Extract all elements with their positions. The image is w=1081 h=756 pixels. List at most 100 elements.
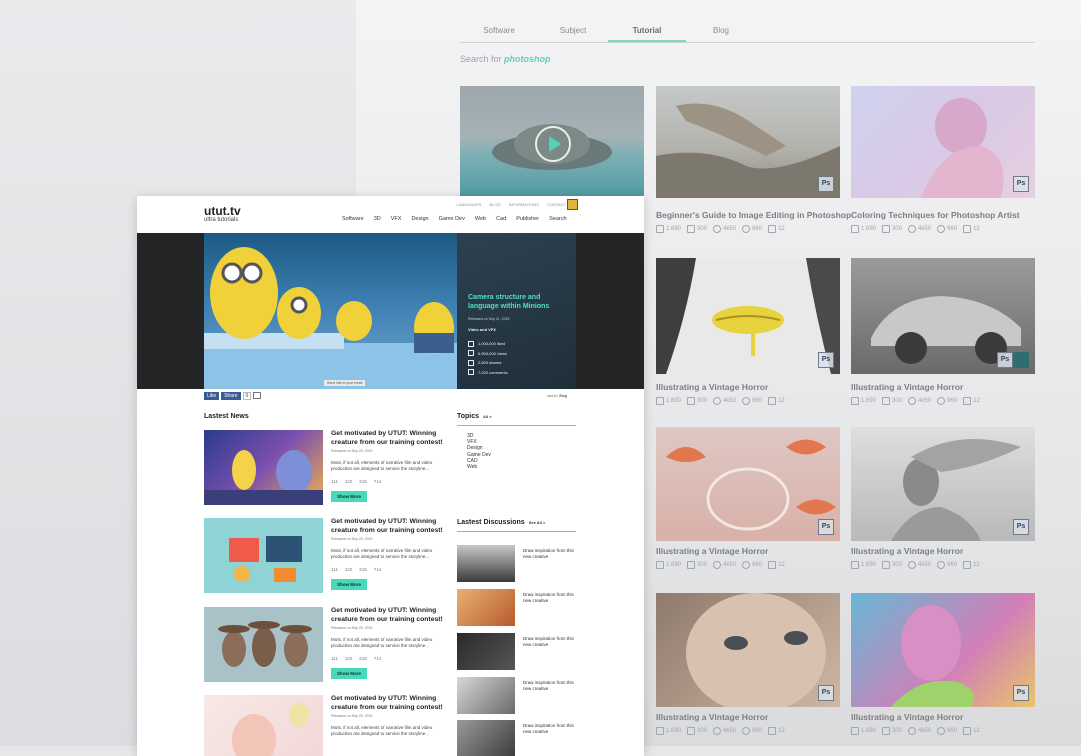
painted-figure-image	[921, 98, 1004, 198]
discussion-item[interactable]: Draw inspiration from this new creative	[457, 677, 577, 714]
discussion-item[interactable]: Draw inspiration from this new creative	[457, 720, 577, 756]
flat-icons-illustration	[229, 536, 302, 582]
tutorial-title[interactable]: Coloring Techniques for Photoshop Artist	[851, 210, 1035, 220]
tutorial-title[interactable]: Illustrating a Vintage Horror	[656, 382, 840, 392]
news-title[interactable]: Get motivated by UTUT: Winning creature …	[331, 430, 444, 447]
search-term[interactable]: photoshop	[504, 54, 551, 64]
news-item: Get motivated by UTUT: Winning creature …	[204, 430, 444, 510]
news-image[interactable]	[204, 695, 323, 756]
news-title[interactable]: Get motivated by UTUT: Winning creature …	[331, 518, 444, 535]
search-result-label: Search for photoshop	[460, 54, 551, 64]
tab-subject[interactable]: Subject	[534, 24, 612, 42]
tutorial-stats: 1.690 300 4k50 960 12	[851, 225, 1035, 233]
hero-image[interactable]: Send link to your email	[204, 233, 457, 389]
news-excerpt: Most, if not all, elements of narrative …	[331, 637, 433, 648]
photoshop-icon: Ps	[818, 519, 834, 535]
news-title[interactable]: Get motivated by UTUT: Winning creature …	[331, 607, 444, 624]
play-icon[interactable]	[535, 126, 571, 162]
credit-blog[interactable]: Blog	[559, 394, 567, 398]
site-logo[interactable]: utut.tv ultra tutorials	[204, 205, 241, 224]
discussion-text: Draw inspiration from this new creative	[523, 592, 574, 603]
news-image[interactable]	[204, 430, 323, 505]
nav-3d[interactable]: 3D	[374, 216, 381, 222]
avatar[interactable]	[567, 199, 578, 210]
views-count: 122	[344, 479, 353, 484]
util-link-contact[interactable]: CONTACT	[547, 202, 566, 207]
like-icon	[687, 397, 696, 405]
tutorial-card[interactable]: Ps Illustrating a Vintage Horror 1.690 3…	[656, 593, 840, 735]
discussion-item[interactable]: Draw inspiration from this new creative	[457, 545, 577, 582]
tutorial-title[interactable]: Illustrating a Vintage Horror	[656, 546, 840, 556]
credit-site[interactable]: utut.tv	[547, 394, 557, 398]
tutorial-title[interactable]: Illustrating a Vintage Horror	[656, 712, 840, 722]
send-link-button[interactable]: Send link to your email	[324, 380, 366, 386]
topic-web[interactable]: Web	[467, 464, 491, 470]
util-link-informations[interactable]: INFORMATIONS	[509, 202, 539, 207]
tutorial-card[interactable]: Ps Coloring Techniques for Photoshop Art…	[851, 86, 1035, 233]
nav-software[interactable]: Software	[342, 216, 364, 222]
news-stats: 111 122 615 714	[331, 656, 444, 661]
hero-title[interactable]: Camera structure and language within Min…	[468, 293, 568, 311]
news-excerpt: Most, if not all, elements of narrative …	[331, 460, 433, 471]
news-date: Released on Sep 20, 2015	[331, 626, 373, 630]
discussions-see-all-link[interactable]: See All >	[529, 520, 546, 525]
nav-game-dev[interactable]: Game Dev	[439, 216, 465, 222]
news-title[interactable]: Get motivated by UTUT: Winning creature …	[331, 695, 444, 712]
tab-software[interactable]: Software	[460, 24, 538, 42]
tutorial-card[interactable]: Ps Illustrating a Vintage Horror 1.690 3…	[851, 427, 1035, 569]
tutorial-card[interactable]: Ps Illustrating a Vintage Horror 1.690 3…	[851, 593, 1035, 735]
discussion-image	[457, 720, 515, 756]
discussion-item[interactable]: Draw inspiration from this new creative	[457, 633, 577, 670]
tab-tutorial[interactable]: Tutorial	[608, 24, 686, 42]
tutorial-thumbnail[interactable]: Ps	[851, 258, 1035, 374]
topics-all-link[interactable]: All >	[483, 414, 492, 419]
tutorial-card[interactable]: Ps Illustrating a Vintage Horror 1.690 3…	[656, 427, 840, 569]
tutorial-thumbnail[interactable]: Ps	[851, 593, 1035, 707]
tutorial-title[interactable]: Illustrating a Vintage Horror	[851, 712, 1035, 722]
discussion-item[interactable]: Draw inspiration from this new creative	[457, 589, 577, 626]
hand-rock-image	[656, 103, 840, 198]
photoshop-icon: Ps	[818, 685, 834, 701]
tutorial-card[interactable]: Ps Illustrating a Vintage Horror 1.690 3…	[656, 258, 840, 405]
nav-cad[interactable]: Cad	[496, 216, 506, 222]
tutorial-card[interactable]: Ps Beginner's Guide to Image Editing in …	[656, 86, 851, 233]
mail-icon[interactable]	[253, 392, 262, 399]
video-thumbnail[interactable]	[460, 86, 644, 198]
tutorial-thumbnail[interactable]: Ps	[851, 86, 1035, 198]
comment-icon	[768, 561, 777, 569]
clock-icon	[713, 225, 722, 233]
tutorial-title[interactable]: Illustrating a Vintage Horror	[851, 382, 1035, 392]
show-more-button[interactable]: Show More	[331, 579, 368, 590]
nav-search[interactable]: Search	[549, 216, 566, 222]
show-more-button[interactable]: Show More	[331, 491, 368, 502]
tab-blog[interactable]: Blog	[682, 24, 760, 42]
inside-out-illustration	[204, 450, 323, 505]
eye-icon	[937, 225, 946, 233]
tutorial-thumbnail[interactable]: Ps	[851, 427, 1035, 541]
news-image[interactable]	[204, 518, 323, 593]
news-image[interactable]	[204, 607, 323, 682]
util-link-blog[interactable]: BLOG	[489, 202, 500, 207]
tutorial-thumbnail[interactable]: Ps	[656, 427, 840, 541]
nav-design[interactable]: Design	[411, 216, 428, 222]
facebook-share-button[interactable]: Share	[221, 392, 241, 400]
smoke-portrait-image	[891, 439, 1021, 541]
nav-publisher[interactable]: Publisher	[516, 216, 539, 222]
nav-vfx[interactable]: VFX	[391, 216, 402, 222]
nav-web[interactable]: Web	[475, 216, 486, 222]
tutorial-card[interactable]: Ps Illustrating a Vintage Horror 1.690 3…	[851, 258, 1035, 405]
tutorial-thumbnail[interactable]: Ps	[656, 258, 840, 374]
comment-icon	[768, 727, 777, 735]
minions-illustration	[204, 247, 457, 389]
facebook-like-button[interactable]: Like	[204, 392, 220, 400]
tutorial-title[interactable]: Illustrating a Vintage Horror	[851, 546, 1035, 556]
comments-count: 714	[373, 567, 382, 572]
hero-category[interactable]: Video and VFX	[468, 327, 496, 332]
tutorial-title[interactable]: Beginner's Guide to Image Editing in Pho…	[656, 210, 851, 220]
util-link-languages[interactable]: LANGUAGES	[457, 202, 482, 207]
topic-game-dev[interactable]: Game Dev	[467, 452, 491, 458]
tutorial-thumbnail[interactable]: Ps	[656, 593, 840, 707]
tutorial-card[interactable]	[460, 86, 644, 198]
show-more-button[interactable]: Show More	[331, 668, 368, 679]
tutorial-thumbnail[interactable]: Ps	[656, 86, 840, 198]
